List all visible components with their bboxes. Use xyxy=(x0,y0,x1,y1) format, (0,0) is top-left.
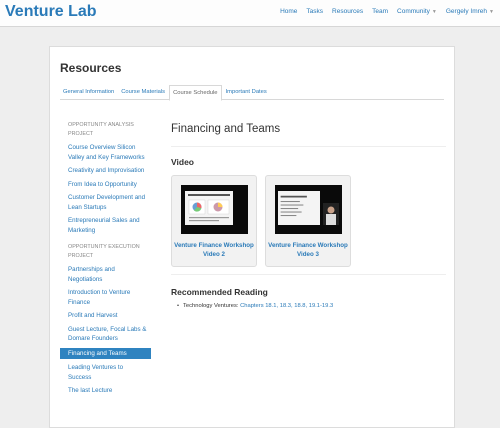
presenter-icon xyxy=(323,203,339,225)
video-thumbnail xyxy=(181,185,248,234)
tab-general-information[interactable]: General Information xyxy=(60,85,117,100)
reading-heading: Recommended Reading xyxy=(171,287,268,297)
page-title: Resources xyxy=(60,61,122,75)
video-thumbnail xyxy=(275,185,342,234)
slide-text-thumbnail xyxy=(278,191,320,225)
tab-important-dates[interactable]: Important Dates xyxy=(223,85,270,100)
top-navbar: Venture Lab Home Tasks Resources Team Co… xyxy=(0,0,500,27)
caret-down-icon: ▼ xyxy=(431,9,437,15)
resource-tabs: General Information Course Materials Cou… xyxy=(60,85,444,101)
nav-community-label: Community xyxy=(397,8,430,15)
nav-home[interactable]: Home xyxy=(280,8,297,15)
sidebar-item-creativity[interactable]: Creativity and Improvisation xyxy=(60,166,151,176)
nav-community[interactable]: Community ▼ xyxy=(397,8,437,15)
sidebar-section-header: Opportunity Analysis Project xyxy=(68,122,134,137)
video-card[interactable]: Venture Finance Workshop Video 3 xyxy=(265,175,351,267)
reading-text: Technology Ventures: xyxy=(183,303,241,309)
tab-course-schedule[interactable]: Course Schedule xyxy=(169,85,222,101)
nav-team[interactable]: Team xyxy=(372,8,388,15)
brand-logo[interactable]: Venture Lab xyxy=(5,3,97,21)
schedule-content: Financing and Teams Video Venture Financ… xyxy=(171,121,446,309)
nav-tasks[interactable]: Tasks xyxy=(306,8,323,15)
video-title: Venture Finance Workshop Video 2 xyxy=(174,242,254,258)
reading-chapters-link[interactable]: Chapters 18.1, 18.3, 18.8, 19.1-19.3 xyxy=(240,303,333,309)
sidebar-item-guest-lecture[interactable]: Guest Lecture, Focal Labs & Domare Found… xyxy=(60,325,151,344)
nav-user[interactable]: Gergely Imreh ▼ xyxy=(446,8,494,15)
sidebar-item-partnerships[interactable]: Partnerships and Negotiations xyxy=(60,265,151,284)
slide-chart-thumbnail xyxy=(185,191,233,225)
reading-list-item: • Technology Ventures: Chapters 18.1, 18.… xyxy=(171,303,446,309)
sidebar-item-course-overview[interactable]: Course Overview Silicon Valley and Key F… xyxy=(60,143,151,162)
tab-course-materials[interactable]: Course Materials xyxy=(118,85,168,100)
video-title: Venture Finance Workshop Video 3 xyxy=(268,242,348,258)
resources-panel: Resources General Information Course Mat… xyxy=(49,46,455,428)
sidebar-item-sales-marketing[interactable]: Entrepreneurial Sales and Marketing xyxy=(60,216,151,235)
nav-menu: Home Tasks Resources Team Community ▼ Ger… xyxy=(271,8,494,15)
nav-resources[interactable]: Resources xyxy=(332,8,363,15)
video-heading: Video xyxy=(171,157,194,167)
content-title: Financing and Teams xyxy=(171,121,446,147)
video-list: Venture Finance Workshop Video 2 Venture… xyxy=(171,175,446,275)
nav-user-label: Gergely Imreh xyxy=(445,8,488,15)
sidebar-item-leading-ventures[interactable]: Leading Ventures to Success xyxy=(60,363,151,382)
sidebar-section-header: Opportunity Execution Project xyxy=(68,244,140,259)
sidebar-item-last-lecture[interactable]: The last Lecture xyxy=(60,386,151,396)
sidebar-item-profit-harvest[interactable]: Profit and Harvest xyxy=(60,311,151,321)
bullet-icon: • xyxy=(177,303,180,309)
sidebar-item-customer-development[interactable]: Customer Development and Lean Startups xyxy=(60,193,151,212)
caret-down-icon: ▼ xyxy=(489,9,494,15)
video-card[interactable]: Venture Finance Workshop Video 2 xyxy=(171,175,257,267)
sidebar-item-idea-to-opportunity[interactable]: From Idea to Opportunity xyxy=(60,180,151,190)
sidebar-item-financing-teams[interactable]: Financing and Teams xyxy=(60,347,151,359)
schedule-sidebar: Opportunity Analysis Project Course Over… xyxy=(60,121,151,400)
sidebar-item-venture-finance[interactable]: Introduction to Venture Finance xyxy=(60,288,151,307)
